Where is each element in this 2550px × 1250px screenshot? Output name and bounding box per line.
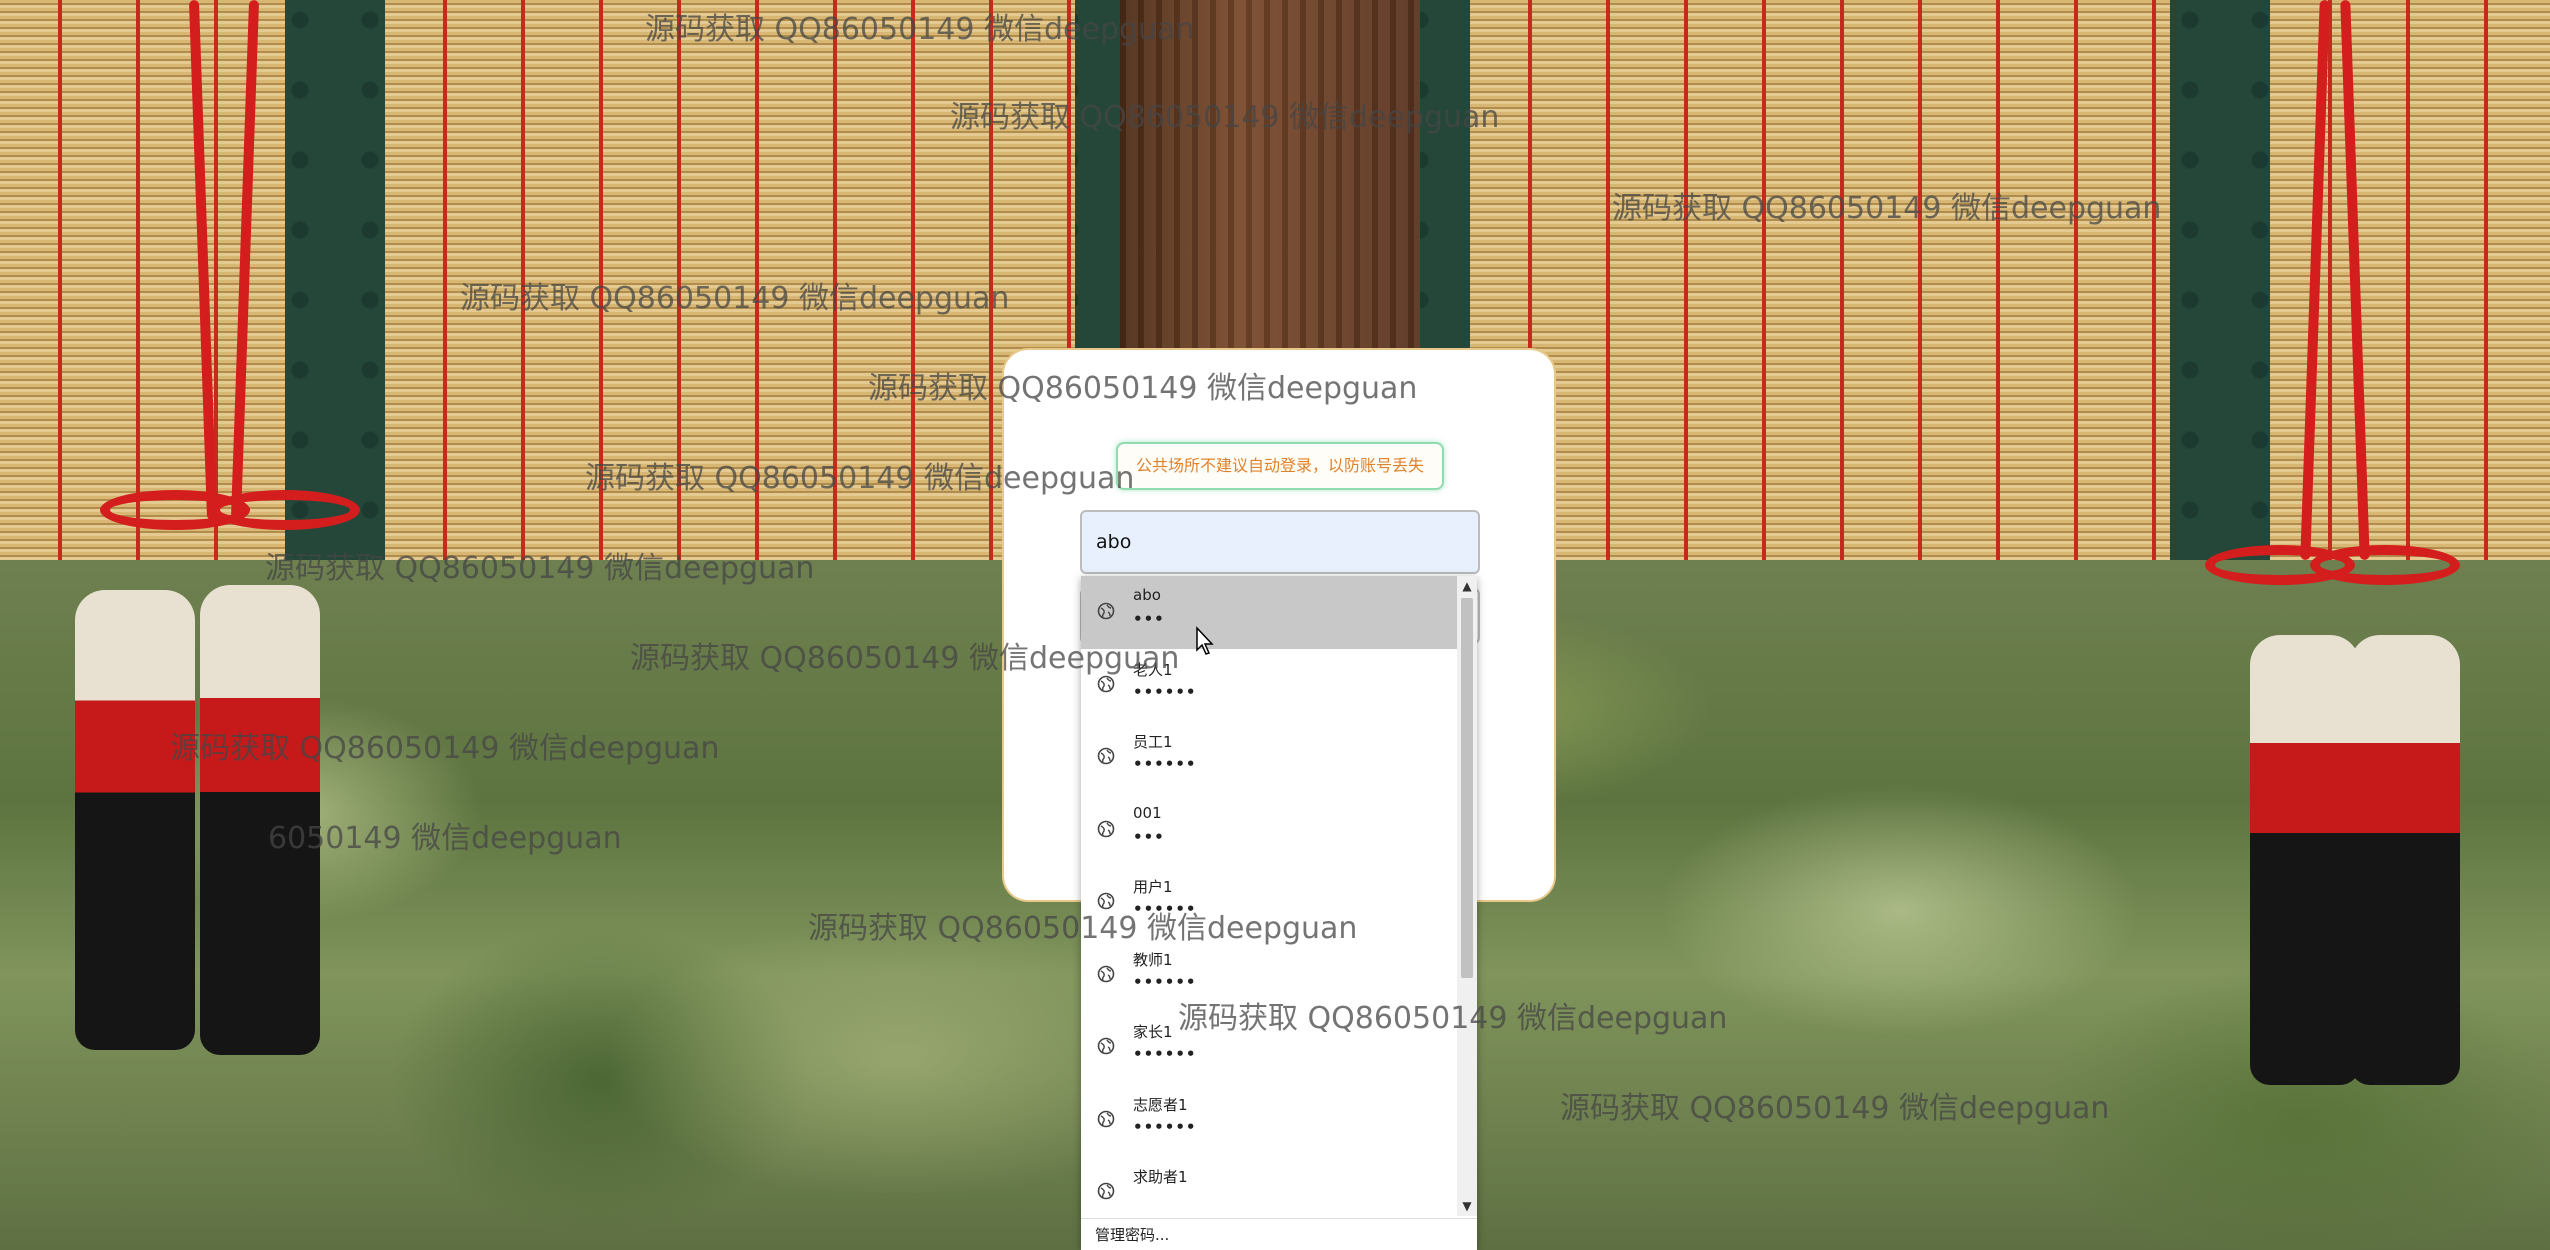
mouse-cursor-icon [1196, 626, 1214, 655]
autofill-username: 志愿者1 [1133, 1095, 1188, 1114]
autofill-item[interactable]: 教师1 •••••• [1081, 939, 1457, 1012]
dropdown-scrollbar[interactable]: ▲ ▼ [1457, 576, 1477, 1216]
red-tassel-right [2205, 0, 2510, 1090]
globe-icon [1097, 965, 1115, 982]
autofill-username: 教师1 [1133, 950, 1173, 969]
autofill-username: 001 [1133, 803, 1162, 822]
autofill-item[interactable]: 志愿者1 •••••• [1081, 1084, 1457, 1157]
red-tassel-left [75, 0, 380, 1060]
autofill-item[interactable]: 001 ••• [1081, 794, 1457, 867]
autofill-password-mask: ••• [1133, 610, 1165, 628]
autofill-username: 用户1 [1133, 878, 1173, 896]
autofill-password-mask: ••• [1133, 827, 1165, 846]
autofill-list: abo ••• 老人1 •••••• 员工1 •••••• 001 ••• 用户… [1081, 576, 1457, 1229]
scroll-up-arrow-icon[interactable]: ▲ [1457, 576, 1477, 596]
globe-icon [1097, 1037, 1115, 1055]
autofill-password-mask: •••••• [1133, 755, 1197, 773]
bamboo-blind-center-left [385, 0, 1075, 600]
bamboo-blind-center-right [1470, 0, 2170, 615]
autofill-dropdown[interactable]: abo ••• 老人1 •••••• 员工1 •••••• 001 ••• 用户… [1081, 576, 1477, 1250]
autofill-password-mask: •••••• [1133, 1117, 1197, 1136]
username-input[interactable]: abo [1080, 510, 1480, 574]
autofill-username: 老人1 [1133, 660, 1173, 679]
autofill-username: 家长1 [1133, 1023, 1173, 1041]
autofill-item[interactable]: 家长1 •••••• [1081, 1011, 1457, 1084]
manage-passwords-button[interactable]: 管理密码... [1081, 1218, 1477, 1250]
globe-icon [1097, 820, 1115, 837]
globe-icon [1097, 1182, 1115, 1200]
globe-icon [1097, 892, 1115, 910]
autofill-username: 求助者1 [1133, 1168, 1188, 1186]
scrollbar-thumb[interactable] [1461, 598, 1473, 978]
autofill-password-mask: •••••• [1133, 682, 1197, 701]
autofill-item[interactable]: abo ••• [1081, 576, 1457, 649]
globe-icon [1097, 675, 1115, 692]
autofill-item[interactable]: 员工1 •••••• [1081, 721, 1457, 794]
autofill-username: abo [1133, 586, 1161, 604]
autofill-password-mask: •••••• [1133, 900, 1197, 918]
globe-icon [1097, 602, 1115, 620]
scroll-down-arrow-icon[interactable]: ▼ [1457, 1196, 1477, 1216]
autofill-password-mask: •••••• [1133, 972, 1197, 991]
autofill-item[interactable]: 用户1 •••••• [1081, 866, 1457, 939]
auto-login-warning: 公共场所不建议自动登录，以防账号丢失 [1116, 442, 1444, 490]
autofill-username: 员工1 [1133, 733, 1173, 751]
autofill-item[interactable]: 老人1 •••••• [1081, 649, 1457, 722]
globe-icon [1097, 1110, 1115, 1127]
globe-icon [1097, 747, 1115, 765]
autofill-password-mask: •••••• [1133, 1045, 1197, 1063]
